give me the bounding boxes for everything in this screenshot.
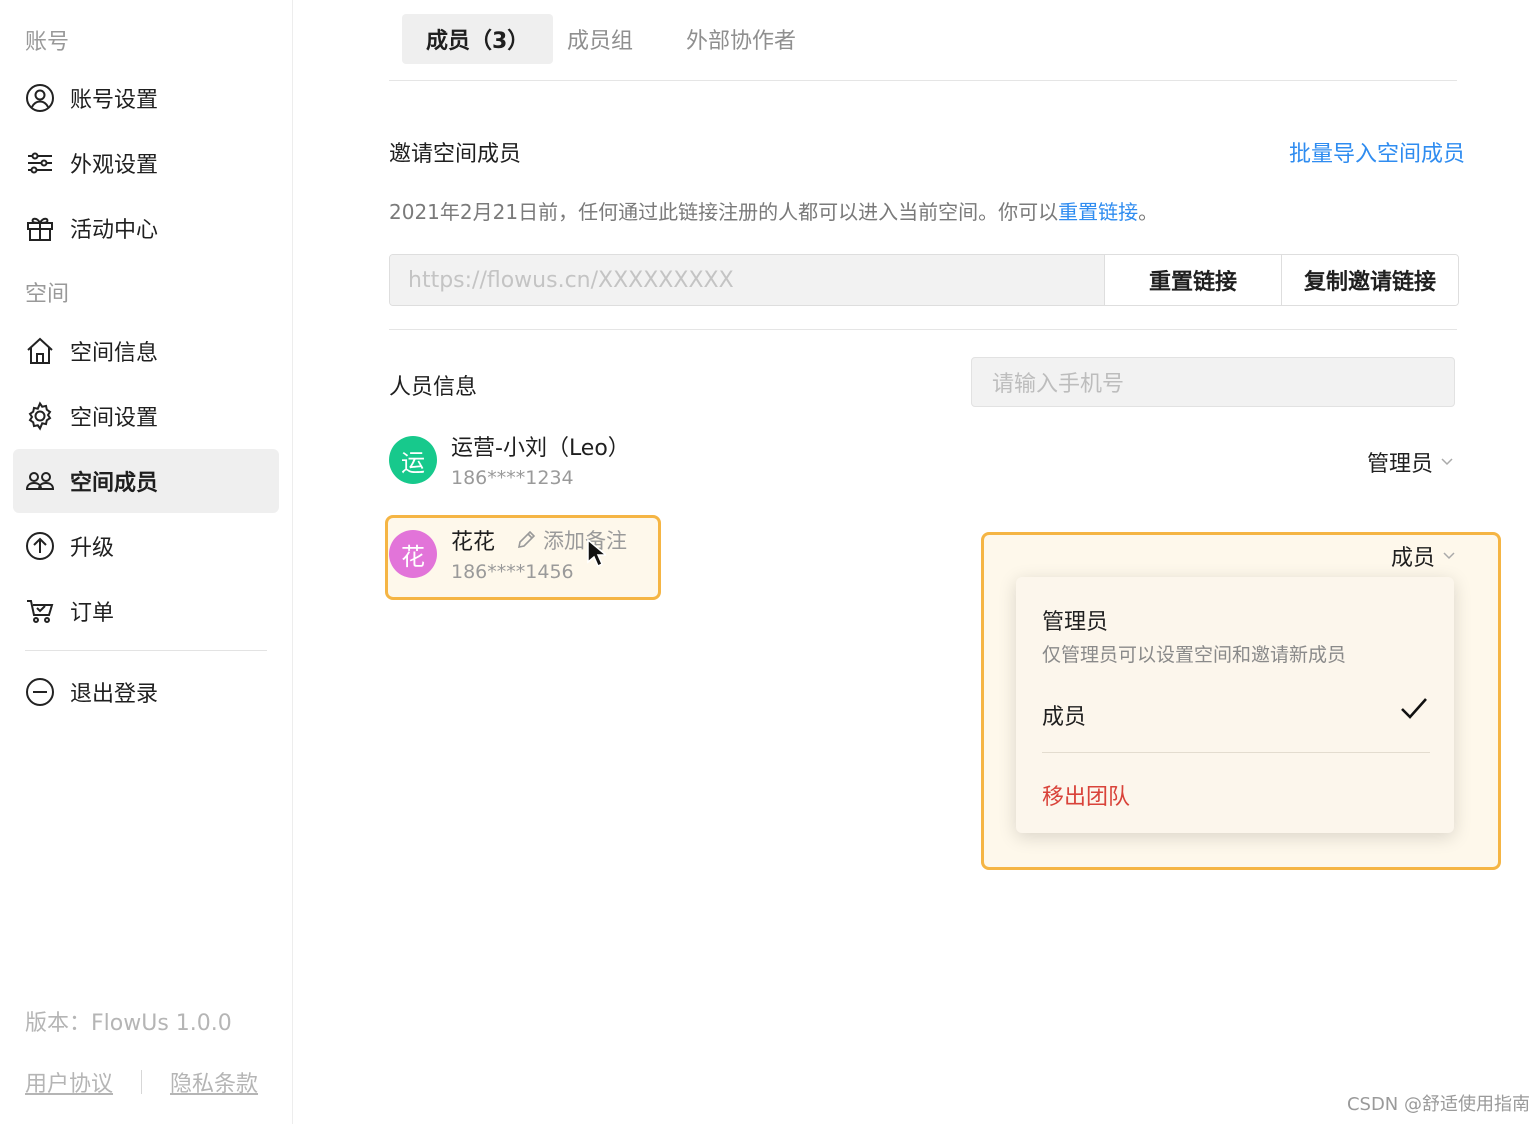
sidebar-item-label: 升级 — [70, 536, 115, 561]
reset-link-button[interactable]: 重置链接 — [1104, 255, 1281, 305]
member-name: 运营-小刘（Leo） — [451, 436, 630, 461]
invite-section-title: 邀请空间成员 — [389, 142, 522, 167]
add-note-button[interactable]: 添加备注 — [515, 525, 627, 555]
section-account-label: 账号 — [25, 30, 70, 55]
role-option-member[interactable]: 成员 — [1016, 687, 1454, 747]
role-select[interactable]: 管理员 — [1367, 446, 1453, 478]
tab-members[interactable]: 成员（3） — [402, 14, 554, 64]
chevron-down-icon — [1441, 458, 1453, 466]
user-circle-icon — [24, 82, 56, 114]
sidebar-item-space-settings[interactable]: 空间设置 — [13, 384, 279, 448]
sidebar-item-label: 账号设置 — [70, 88, 159, 113]
sidebar-item-upgrade[interactable]: 升级 — [13, 514, 279, 578]
legal-links: 用户协议 隐私条款 — [25, 1066, 258, 1098]
copy-invite-link-button[interactable]: 复制邀请链接 — [1281, 255, 1458, 305]
minus-circle-icon — [24, 676, 56, 708]
sidebar-item-space-info[interactable]: 空间信息 — [13, 319, 279, 383]
member-phone: 186****1456 — [451, 561, 574, 583]
pencil-icon — [517, 530, 536, 549]
invite-link-row: https://flowus.cn/XXXXXXXXX 重置链接 复制邀请链接 — [389, 254, 1459, 306]
gear-icon — [24, 400, 56, 432]
reset-link-inline[interactable]: 重置链接 — [1058, 200, 1138, 224]
sidebar-divider — [25, 650, 267, 651]
bulk-import-link[interactable]: 批量导入空间成员 — [1289, 136, 1465, 168]
role-value: 成员 — [1391, 546, 1436, 571]
member-tabs: 成员（3） 成员组 外部协作者 — [389, 14, 1457, 81]
sidebar-item-orders[interactable]: 订单 — [13, 579, 279, 643]
watermark: CSDN @舒适使用指南 — [1346, 1094, 1530, 1115]
mouse-cursor-icon — [587, 538, 606, 568]
add-note-label: 添加备注 — [543, 529, 627, 553]
sidebar-item-label: 空间设置 — [70, 406, 159, 431]
tab-member-groups[interactable]: 成员组 — [567, 14, 633, 64]
home-icon — [24, 335, 56, 367]
role-option-desc: 仅管理员可以设置空间和邀请新成员 — [1042, 644, 1347, 666]
section-space-label: 空间 — [25, 282, 70, 307]
sidebar-item-label: 空间成员 — [70, 471, 159, 496]
sidebar-item-label: 空间信息 — [70, 341, 159, 366]
role-option-admin[interactable]: 管理员 仅管理员可以设置空间和邀请新成员 — [1016, 577, 1454, 677]
invite-desc-prefix: 2021年2月21日前，任何通过此链接注册的人都可以进入当前空间。你可以 — [389, 200, 1059, 224]
sidebar-item-activity[interactable]: 活动中心 — [13, 196, 279, 260]
invite-desc-suffix: 。 — [1138, 200, 1159, 224]
sidebar-item-label: 外观设置 — [70, 153, 159, 178]
sidebar-item-account-settings[interactable]: 账号设置 — [13, 66, 279, 130]
section-divider — [389, 329, 1457, 330]
user-agreement-link[interactable]: 用户协议 — [25, 1066, 113, 1098]
sidebar-item-label: 活动中心 — [70, 218, 159, 243]
gift-icon — [24, 212, 56, 244]
sidebar-item-label: 退出登录 — [70, 682, 159, 707]
sidebar-item-logout[interactable]: 退出登录 — [13, 660, 279, 724]
role-option-title: 成员 — [1042, 705, 1087, 730]
sliders-icon — [24, 147, 56, 179]
users-icon — [24, 465, 56, 497]
avatar: 运 — [389, 436, 437, 484]
phone-search-input[interactable]: 请输入手机号 — [971, 357, 1455, 407]
role-value: 管理员 — [1367, 452, 1434, 477]
role-dropdown-menu: 管理员 仅管理员可以设置空间和邀请新成员 成员 移出团队 — [1016, 577, 1454, 833]
menu-divider — [1042, 752, 1430, 753]
avatar: 花 — [389, 530, 437, 578]
chevron-down-icon — [1443, 552, 1455, 560]
member-phone: 186****1234 — [451, 467, 574, 489]
sidebar-item-appearance[interactable]: 外观设置 — [13, 131, 279, 195]
member-name: 花花 — [451, 530, 496, 555]
legal-separator — [141, 1070, 143, 1094]
cart-icon — [24, 595, 56, 627]
sidebar-item-label: 订单 — [70, 601, 115, 626]
invite-url-field[interactable]: https://flowus.cn/XXXXXXXXX — [390, 255, 1104, 305]
tab-external-collaborators[interactable]: 外部协作者 — [686, 14, 796, 64]
check-icon — [1401, 698, 1427, 719]
members-section-title: 人员信息 — [389, 375, 478, 400]
role-option-title: 管理员 — [1042, 610, 1109, 635]
privacy-link[interactable]: 隐私条款 — [170, 1066, 258, 1098]
invite-description: 2021年2月21日前，任何通过此链接注册的人都可以进入当前空间。你可以重置链接… — [389, 196, 1158, 225]
role-select[interactable]: 成员 — [1391, 540, 1455, 572]
remove-from-team-option[interactable]: 移出团队 — [1042, 779, 1130, 811]
version-text: 版本：FlowUs 1.0.0 — [25, 1011, 232, 1036]
sidebar-item-space-members[interactable]: 空间成员 — [13, 449, 279, 513]
sidebar: 账号 账号设置 外观设置 活动中心 空间 空间信息 空间设置 空间成员 升级 订… — [0, 0, 293, 1124]
arrow-up-circle-icon — [24, 530, 56, 562]
